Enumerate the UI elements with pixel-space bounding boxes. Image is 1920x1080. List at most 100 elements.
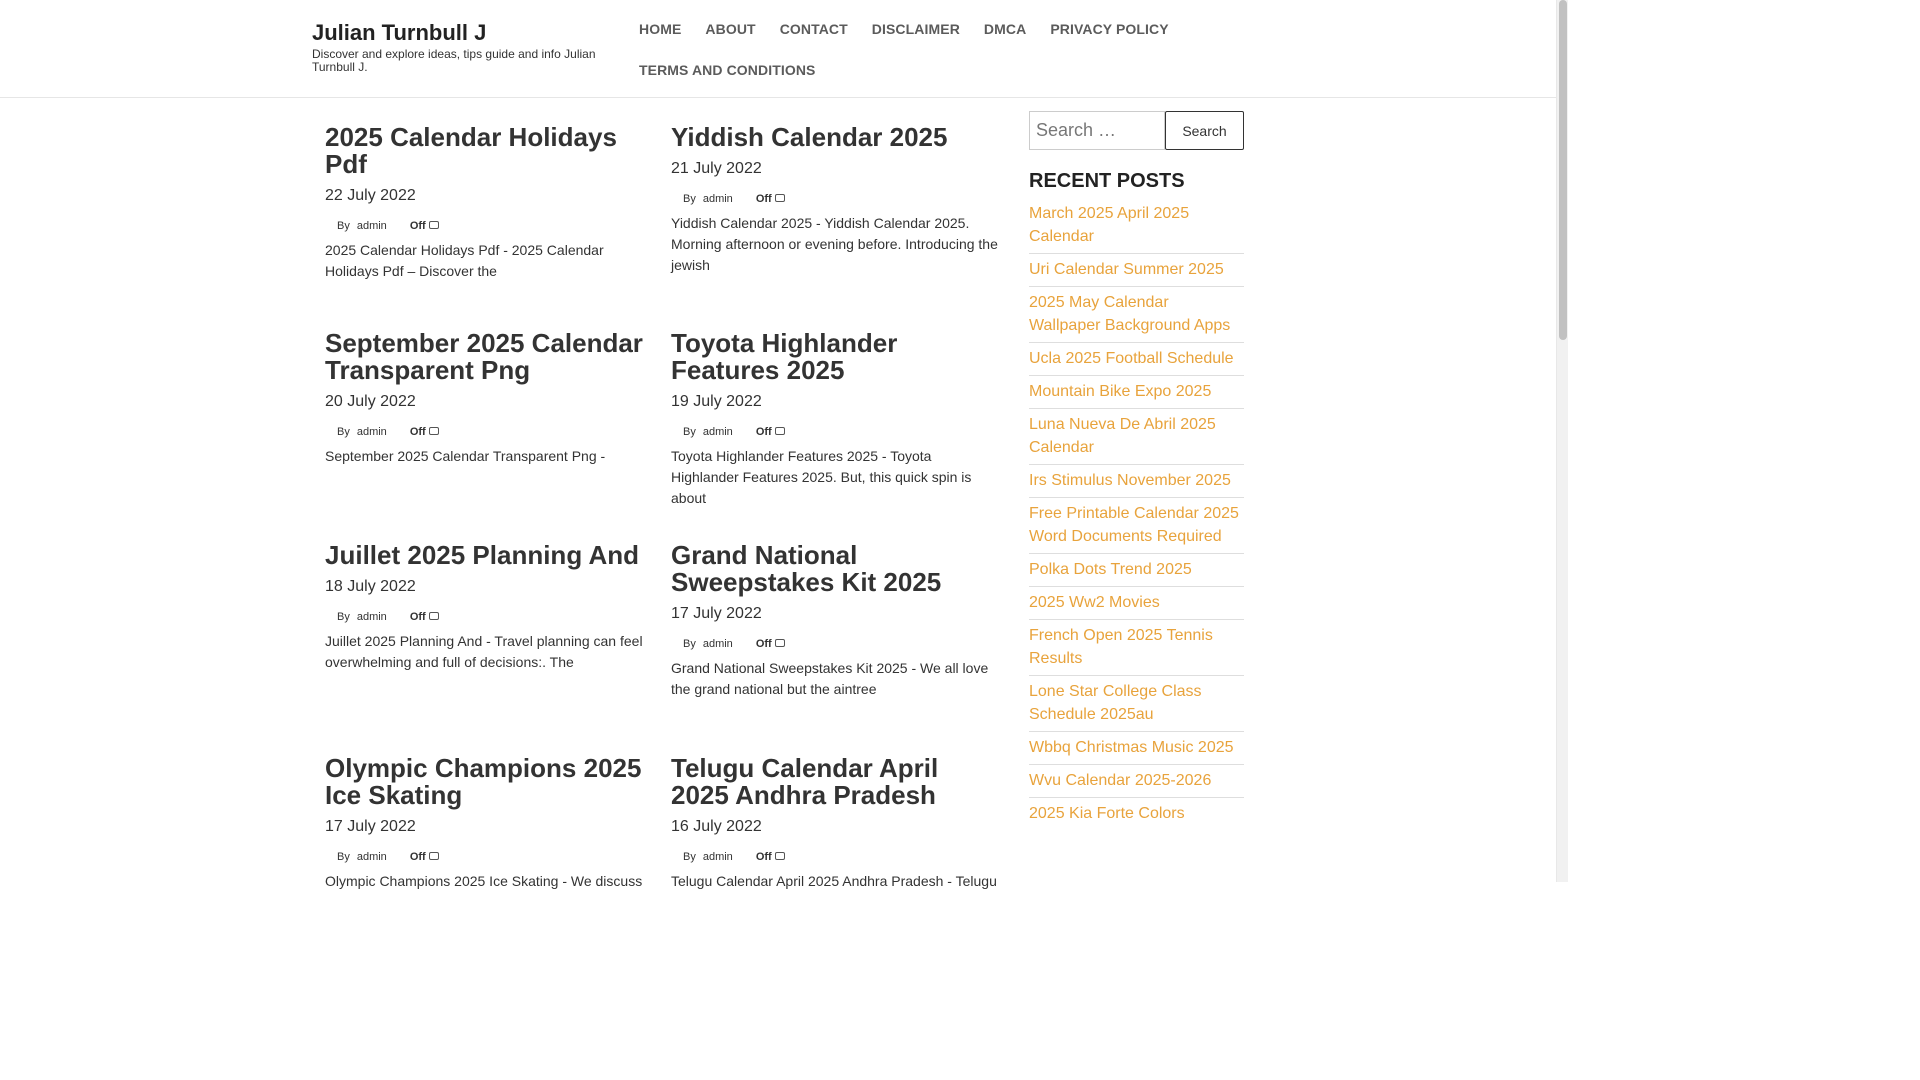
nav-item-home: HOME [627, 8, 693, 49]
recent-post-link[interactable]: French Open 2025 Tennis Results [1029, 627, 1213, 667]
list-item: Free Printable Calendar 2025 Word Docume… [1029, 498, 1244, 554]
post-by-label: By [683, 426, 696, 438]
post-title[interactable]: 2025 Calendar Holidays Pdf [325, 124, 655, 178]
post-title[interactable]: Telugu Calendar April 2025 Andhra Prades… [671, 755, 1001, 809]
comment-icon [428, 427, 439, 435]
recent-post-link[interactable]: 2025 Ww2 Movies [1029, 594, 1160, 611]
nav-link-dmca[interactable]: DMCA [984, 21, 1026, 37]
recent-post-link[interactable]: Wvu Calendar 2025-2026 [1029, 772, 1211, 789]
post-title[interactable]: September 2025 Calendar Transparent Png [325, 330, 655, 384]
post-author-link[interactable]: admin [703, 851, 733, 863]
site-branding: Julian Turnbull J Discover and explore i… [312, 20, 612, 74]
post-date: 17 July 2022 [671, 605, 762, 622]
post-comments-status: Off [409, 426, 426, 438]
vertical-scrollbar[interactable] [1556, 0, 1568, 882]
list-item: 2025 May Calendar Wallpaper Background A… [1029, 287, 1244, 343]
list-item: Wvu Calendar 2025-2026 [1029, 765, 1244, 798]
comment-icon [428, 612, 439, 620]
post-card: Olympic Champions 2025 Ice Skating 17 Ju… [325, 755, 655, 892]
nav-item-terms: TERMS AND CONDITIONS [627, 49, 827, 90]
post-card: Telugu Calendar April 2025 Andhra Prades… [671, 755, 1001, 892]
post-title[interactable]: Olympic Champions 2025 Ice Skating [325, 755, 655, 809]
post-comments-status: Off [755, 851, 772, 863]
post-card: Yiddish Calendar 2025 21 July 2022 By ad… [671, 124, 1001, 276]
recent-post-link[interactable]: Ucla 2025 Football Schedule [1029, 350, 1234, 367]
post-by-label: By [337, 426, 350, 438]
list-item: Lone Star College Class Schedule 2025au [1029, 676, 1244, 732]
main-navigation: HOME ABOUT CONTACT DISCLAIMER DMCA PRIVA… [627, 8, 1187, 90]
comment-icon [428, 852, 439, 860]
post-by-label: By [683, 193, 696, 205]
nav-item-about: ABOUT [693, 8, 767, 49]
search-input[interactable] [1029, 111, 1165, 150]
post-excerpt: September 2025 Calendar Transparent Png … [325, 448, 606, 464]
list-item: French Open 2025 Tennis Results [1029, 620, 1244, 676]
site-header: Julian Turnbull J Discover and explore i… [0, 0, 1556, 98]
post-by-label: By [337, 851, 350, 863]
post-title[interactable]: Juillet 2025 Planning And [325, 542, 655, 569]
nav-item-privacy-policy: PRIVACY POLICY [1038, 8, 1180, 49]
post-meta: By admin Off [337, 424, 655, 440]
post-by-label: By [683, 851, 696, 863]
post-title[interactable]: Toyota Highlander Features 2025 [671, 330, 1001, 384]
recent-post-link[interactable]: Mountain Bike Expo 2025 [1029, 383, 1211, 400]
post-by-label: By [683, 638, 696, 650]
list-item: March 2025 April 2025 Calendar [1029, 198, 1244, 254]
recent-post-link[interactable]: 2025 Kia Forte Colors [1029, 805, 1185, 822]
search-button[interactable]: Search [1165, 111, 1244, 150]
recent-post-link[interactable]: Polka Dots Trend 2025 [1029, 561, 1192, 578]
comment-icon [428, 221, 439, 229]
post-date: 21 July 2022 [671, 160, 762, 177]
recent-post-link[interactable]: Free Printable Calendar 2025 Word Docume… [1029, 505, 1239, 545]
post-meta: By admin Off [683, 849, 1001, 865]
post-author-link[interactable]: admin [357, 851, 387, 863]
scrollbar-thumb[interactable] [1559, 0, 1567, 340]
post-author-link[interactable]: admin [357, 611, 387, 623]
nav-link-about[interactable]: ABOUT [705, 21, 755, 37]
recent-post-link[interactable]: Luna Nueva De Abril 2025 Calendar [1029, 416, 1216, 456]
site-title[interactable]: Julian Turnbull J [312, 20, 612, 46]
post-date: 20 July 2022 [325, 393, 416, 410]
post-date: 19 July 2022 [671, 393, 762, 410]
list-item: 2025 Kia Forte Colors [1029, 798, 1244, 830]
post-excerpt: Olympic Champions 2025 Ice Skating - We … [325, 873, 643, 889]
nav-link-disclaimer[interactable]: DISCLAIMER [872, 21, 960, 37]
post-excerpt: Telugu Calendar April 2025 Andhra Prades… [671, 873, 997, 889]
nav-link-home[interactable]: HOME [639, 21, 681, 37]
post-meta: By admin Off [337, 218, 655, 234]
post-author-link[interactable]: admin [703, 638, 733, 650]
post-card: September 2025 Calendar Transparent Png … [325, 330, 655, 467]
post-author-link[interactable]: admin [703, 193, 733, 205]
recent-post-link[interactable]: Uri Calendar Summer 2025 [1029, 261, 1224, 278]
list-item: Uri Calendar Summer 2025 [1029, 254, 1244, 287]
list-item: Mountain Bike Expo 2025 [1029, 376, 1244, 409]
site-description: Discover and explore ideas, tips guide a… [312, 47, 596, 74]
nav-link-privacy-policy[interactable]: PRIVACY POLICY [1050, 21, 1168, 37]
post-author-link[interactable]: admin [357, 426, 387, 438]
post-title[interactable]: Grand National Sweepstakes Kit 2025 [671, 542, 1001, 596]
recent-post-link[interactable]: 2025 May Calendar Wallpaper Background A… [1029, 294, 1230, 334]
list-item: 2025 Ww2 Movies [1029, 587, 1244, 620]
comment-icon [774, 639, 785, 647]
list-item: Luna Nueva De Abril 2025 Calendar [1029, 409, 1244, 465]
post-by-label: By [337, 220, 350, 232]
nav-link-terms-and-conditions[interactable]: TERMS AND CONDITIONS [639, 62, 815, 78]
post-excerpt: Toyota Highlander Features 2025 - Toyota… [671, 448, 972, 506]
recent-post-link[interactable]: Irs Stimulus November 2025 [1029, 472, 1231, 489]
recent-post-link[interactable]: Wbbq Christmas Music 2025 [1029, 739, 1234, 756]
recent-post-link[interactable]: March 2025 April 2025 Calendar [1029, 205, 1189, 245]
sidebar: Search RECENT POSTS March 2025 April 202… [1029, 111, 1244, 830]
comment-icon [774, 427, 785, 435]
post-comments-status: Off [755, 426, 772, 438]
nav-link-contact[interactable]: CONTACT [780, 21, 848, 37]
nav-item-dmca: DMCA [972, 8, 1038, 49]
post-comments-status: Off [409, 220, 426, 232]
post-comments-status: Off [409, 611, 426, 623]
search-form: Search [1029, 111, 1244, 150]
list-item: Polka Dots Trend 2025 [1029, 554, 1244, 587]
post-author-link[interactable]: admin [357, 220, 387, 232]
post-title[interactable]: Yiddish Calendar 2025 [671, 124, 1001, 151]
post-author-link[interactable]: admin [703, 426, 733, 438]
comment-icon [774, 852, 785, 860]
recent-post-link[interactable]: Lone Star College Class Schedule 2025au [1029, 683, 1202, 723]
